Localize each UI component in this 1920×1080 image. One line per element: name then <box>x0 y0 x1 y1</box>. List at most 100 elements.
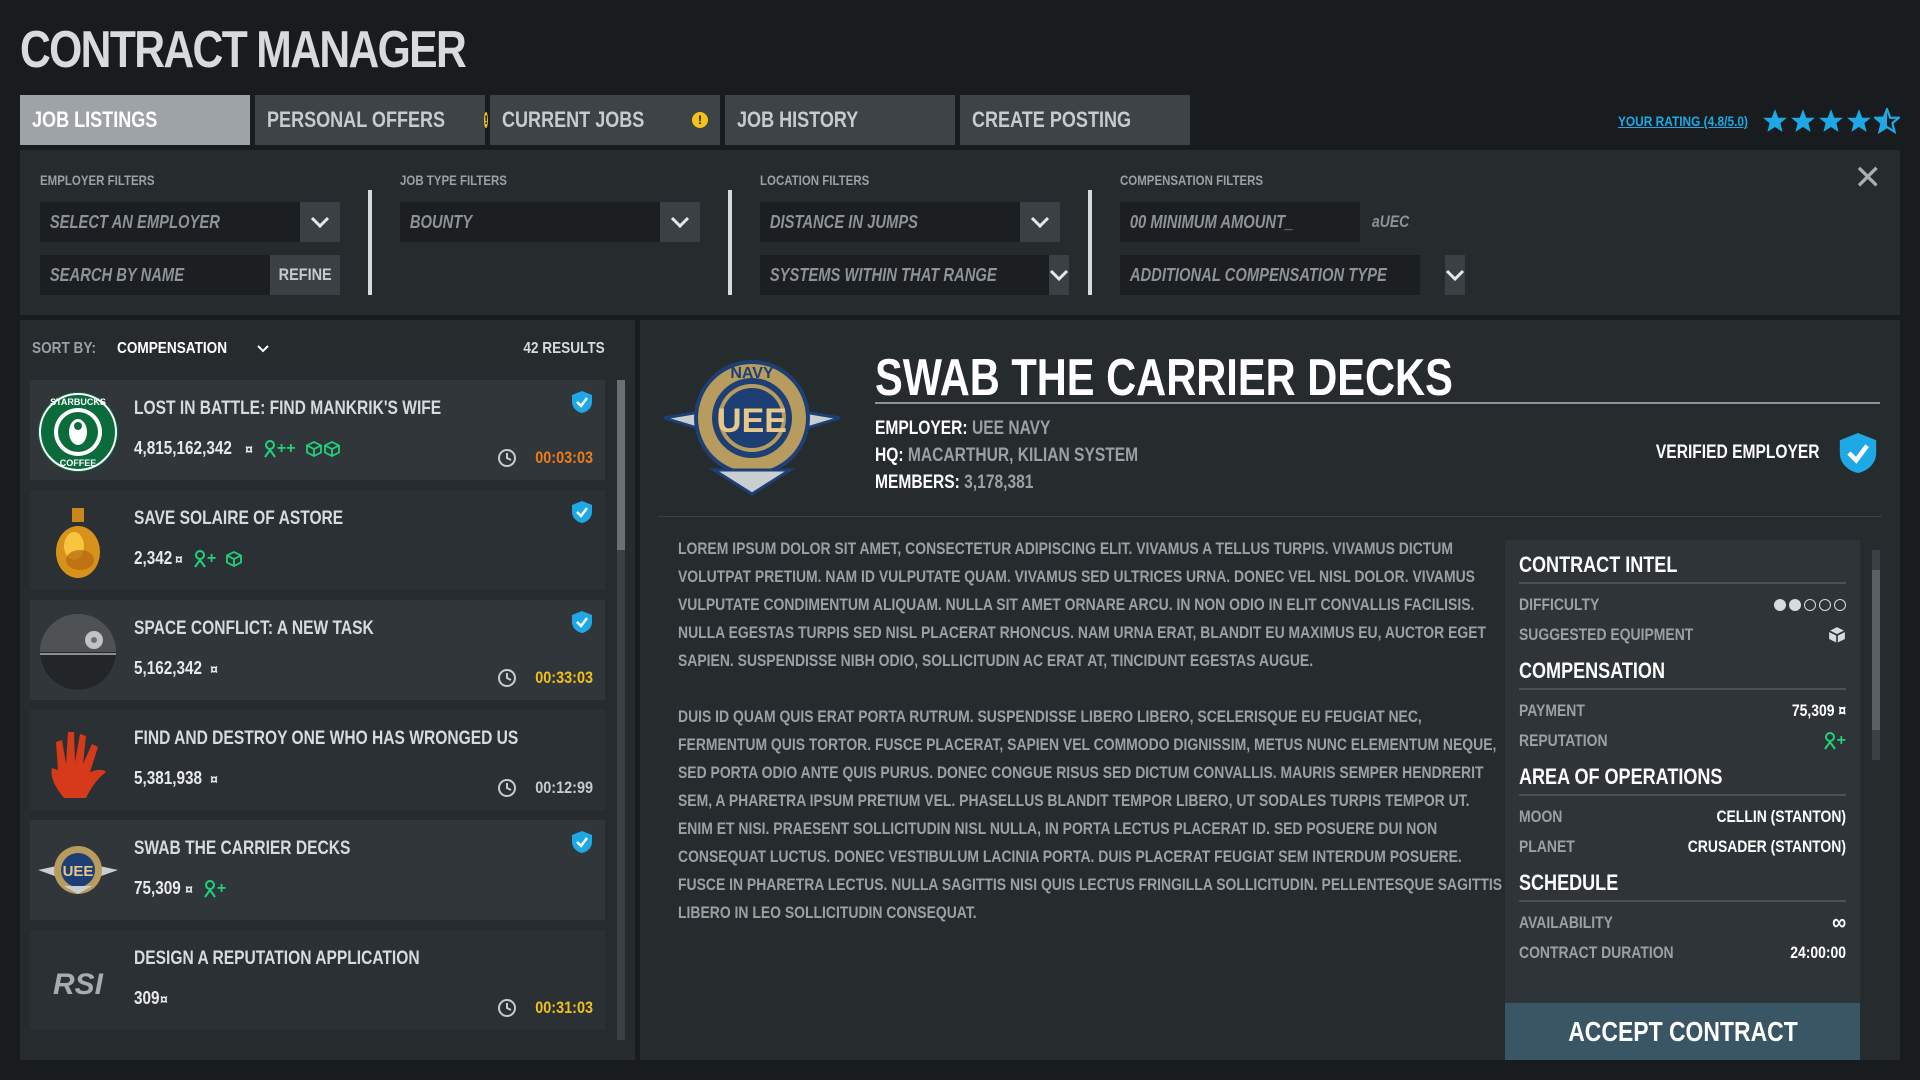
list-header: SORT BY: COMPENSATION 42 RESULTS <box>32 340 605 358</box>
amount-value: 5,381,938 <box>134 768 203 788</box>
section-heading-text: COMPENSATION <box>1519 658 1665 683</box>
svg-text:STARBUCKS: STARBUCKS <box>50 397 106 407</box>
moon-value: CELLIN (STANTON) <box>1716 807 1846 826</box>
select-placeholder: DISTANCE IN JUMPS <box>769 211 919 232</box>
crate-icon <box>226 550 243 567</box>
rating-link[interactable]: YOUR RATING (4.8/5.0) <box>1618 113 1748 129</box>
chevron-down-icon[interactable] <box>300 202 340 242</box>
accept-contract-button[interactable]: ACCEPT CONTRACT <box>1505 1003 1860 1060</box>
job-type-filters: JOB TYPE FILTERS <box>400 172 530 188</box>
timer-value: 00:33:03 <box>535 668 593 687</box>
list-item[interactable]: FIND AND DESTROY ONE WHO HAS WRONGED US … <box>30 710 605 810</box>
job-list: STARBUCKS COFFEE LOST IN BATTLE: FIND MA… <box>30 380 605 1050</box>
systems-select[interactable]: SYSTEMS WITHIN THAT RANGE <box>760 255 1069 295</box>
tab-job-listings[interactable]: JOB LISTINGS <box>20 95 250 145</box>
section-heading: SCHEDULE <box>1519 870 1846 902</box>
tab-job-history[interactable]: JOB HISTORY <box>725 95 955 145</box>
scrollbar-thumb[interactable] <box>1872 570 1880 730</box>
currency-icon: ¤ <box>245 440 253 457</box>
section-heading-text: SCHEDULE <box>1519 870 1619 895</box>
filter-label: EMPLOYER FILTERS <box>40 172 155 188</box>
job-title: SAVE SOLAIRE OF ASTORE <box>134 508 344 529</box>
employer-select[interactable]: SELECT AN EMPLOYER <box>40 202 340 242</box>
list-item[interactable]: STARBUCKS COFFEE LOST IN BATTLE: FIND MA… <box>30 380 605 480</box>
difficulty-dot <box>1819 599 1831 611</box>
tab-label: PERSONAL OFFERS <box>267 107 446 132</box>
reputation-icon: + <box>203 879 227 898</box>
payment-row: PAYMENT 75,309 ¤ <box>1519 696 1846 726</box>
star-half-icon <box>1874 108 1900 134</box>
logo-text: NAVY <box>730 365 774 382</box>
equipment-crate-icon[interactable] <box>1828 626 1846 644</box>
star-icon <box>1847 109 1871 132</box>
employer-search-input[interactable]: SEARCH BY NAME <box>40 255 270 295</box>
chevron-down-icon[interactable] <box>1445 255 1466 295</box>
verified-employer: VERIFIED EMPLOYER <box>1620 430 1878 476</box>
refine-button[interactable]: REFINE <box>270 255 340 295</box>
alert-icon: ! <box>692 112 708 128</box>
refine-label: REFINE <box>278 265 332 284</box>
job-title: DESIGN A REPUTATION APPLICATION <box>134 948 420 969</box>
list-item[interactable]: SPACE CONFLICT: A NEW TASK 5,162,342 ¤ 0… <box>30 600 605 700</box>
moon-label: MOON <box>1519 807 1563 826</box>
tab-current-jobs[interactable]: CURRENT JOBS! <box>490 95 720 145</box>
list-item[interactable]: RSI DESIGN A REPUTATION APPLICATION 309 … <box>30 930 605 1030</box>
list-scrollbar[interactable] <box>617 380 625 1040</box>
equipment-row: SUGGESTED EQUIPMENT <box>1519 620 1846 650</box>
tab-create-posting[interactable]: CREATE POSTING <box>960 95 1190 145</box>
chevron-down-icon <box>257 345 269 353</box>
min-amount-input[interactable]: 00 MINIMUM AMOUNT_ <box>1120 202 1360 242</box>
employer-meta: EMPLOYER: UEE NAVY HQ: MACARTHUR, KILIAN… <box>875 415 1196 496</box>
job-type-select[interactable]: BOUNTY <box>400 202 700 242</box>
death-star-image <box>40 614 116 690</box>
section-heading: CONTRACT INTEL <box>1519 552 1846 584</box>
select-placeholder: ADDITIONAL COMPENSATION TYPE <box>1129 264 1387 285</box>
list-item[interactable]: UEE SWAB THE CARRIER DECKS 75,309 ¤ + <box>30 820 605 920</box>
location-filters: LOCATION FILTERS <box>760 172 893 188</box>
list-item[interactable]: SAVE SOLAIRE OF ASTORE 2,342 ¤ + <box>30 490 605 590</box>
chevron-down-icon[interactable] <box>1020 202 1060 242</box>
timer: 00:12:99 <box>497 778 593 798</box>
infinity-icon: ∞ <box>1831 909 1846 936</box>
job-amount: 2,342 ¤ + <box>134 548 243 569</box>
chevron-down-icon[interactable] <box>1048 255 1069 295</box>
payment-amount: 75,309 <box>1791 701 1835 720</box>
timer-value: 00:03:03 <box>535 448 593 467</box>
rep-value: + <box>1836 732 1846 749</box>
tab-label: CREATE POSTING <box>972 107 1132 132</box>
employer-filters: EMPLOYER FILTERS <box>40 172 180 188</box>
verified-badge-icon <box>572 501 592 523</box>
verified-badge-icon <box>572 391 592 413</box>
duration-label: CONTRACT DURATION <box>1519 943 1674 962</box>
close-icon[interactable]: ✕ <box>1854 158 1883 198</box>
hq-row: HQ: MACARTHUR, KILIAN SYSTEM <box>875 442 1138 469</box>
currency-icon: ¤ <box>210 660 218 677</box>
rep-value: + <box>216 879 227 897</box>
currency-icon: ¤ <box>160 990 168 1007</box>
job-amount: 5,162,342 ¤ <box>134 658 218 679</box>
timer-value: 00:31:03 <box>535 998 593 1017</box>
verified-badge-icon <box>1839 433 1877 473</box>
compensation-type-select[interactable]: ADDITIONAL COMPENSATION TYPE <box>1120 255 1466 295</box>
tab-personal-offers[interactable]: PERSONAL OFFERS! <box>255 95 489 145</box>
timer-value: 00:12:99 <box>535 778 593 797</box>
app-title: CONTRACT MANAGER <box>20 21 467 79</box>
section-heading-text: CONTRACT INTEL <box>1519 552 1678 577</box>
duration-row: CONTRACT DURATION 24:00:00 <box>1519 938 1846 968</box>
star-icon <box>1763 109 1787 132</box>
distance-select[interactable]: DISTANCE IN JUMPS <box>760 202 1060 242</box>
filter-label: COMPENSATION FILTERS <box>1120 172 1264 188</box>
results-count: 42 RESULTS <box>523 340 605 357</box>
contract-title: SWAB THE CARRIER DECKS <box>875 349 1453 407</box>
currency-suffix: aUEC <box>1372 212 1410 231</box>
scrollbar-thumb[interactable] <box>617 380 625 550</box>
tab-bar: JOB LISTINGS PERSONAL OFFERS! CURRENT JO… <box>20 95 1190 145</box>
intel-scrollbar[interactable] <box>1872 550 1880 760</box>
amount-value: 2,342 <box>134 548 173 568</box>
availability-label: AVAILABILITY <box>1519 913 1613 932</box>
amount-value: 5,162,342 <box>134 658 203 678</box>
difficulty-dots <box>1774 599 1846 611</box>
sort-control[interactable]: SORT BY: COMPENSATION <box>32 340 269 358</box>
chevron-down-icon[interactable] <box>660 202 700 242</box>
job-title: FIND AND DESTROY ONE WHO HAS WRONGED US <box>134 728 519 749</box>
